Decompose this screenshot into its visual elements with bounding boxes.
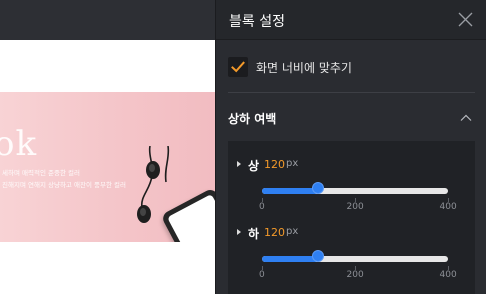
banner-block[interactable]: ok 세하며 매력적인 준중한 컬러 진해지며 연해지 상냥하고 애잔이 풍부한… bbox=[0, 92, 215, 242]
slider-track[interactable] bbox=[262, 188, 448, 194]
section-title: 상하 여백 bbox=[228, 112, 277, 126]
slider-tick-label: 0 bbox=[259, 202, 265, 212]
slider-label: 상 bbox=[248, 159, 260, 173]
banner-caption: 세하며 매력적인 준중한 컬러 bbox=[2, 169, 80, 177]
slider-tick-label: 200 bbox=[346, 270, 364, 280]
fit-to-screen-label: 화면 너비에 맞추기 bbox=[256, 61, 352, 75]
slider-value: 120 bbox=[264, 158, 285, 171]
fit-to-screen-option[interactable]: 화면 너비에 맞추기 bbox=[228, 56, 468, 78]
divider bbox=[228, 92, 475, 93]
slider-thumb[interactable] bbox=[311, 250, 324, 262]
banner-heading: ok bbox=[0, 124, 38, 164]
bullet-icon bbox=[237, 161, 241, 167]
vertical-margin-section-body: 상 120 px 0 200 400 하 120 px 0 200 400 bbox=[228, 141, 475, 294]
banner-caption: 진해지며 연해지 상냥하고 애잔이 풍부한 컬러 bbox=[2, 181, 126, 189]
slider-unit: px bbox=[286, 158, 299, 169]
slider-unit: px bbox=[286, 226, 299, 237]
slider-label: 하 bbox=[248, 227, 260, 241]
top-margin-control: 상 120 px 0 200 400 bbox=[228, 155, 475, 225]
slider-value: 120 bbox=[264, 226, 285, 239]
canvas-toolbar bbox=[0, 0, 215, 40]
vertical-margin-section-header[interactable]: 상하 여백 bbox=[216, 100, 486, 136]
fit-to-screen-checkbox[interactable] bbox=[228, 57, 248, 77]
panel-header: 블록 설정 bbox=[216, 0, 486, 40]
close-icon[interactable] bbox=[457, 11, 474, 28]
slider-fill bbox=[262, 188, 318, 194]
bottom-margin-control: 하 120 px 0 200 400 bbox=[228, 223, 475, 293]
editor-canvas: ok 세하며 매력적인 준중한 컬러 진해지며 연해지 상냥하고 애잔이 풍부한… bbox=[0, 0, 215, 294]
slider-thumb[interactable] bbox=[311, 182, 324, 194]
chevron-up-icon[interactable] bbox=[460, 113, 472, 123]
slider-track[interactable] bbox=[262, 256, 448, 262]
bullet-icon bbox=[237, 229, 241, 235]
checkmark-icon bbox=[231, 61, 245, 73]
slider-fill bbox=[262, 256, 318, 262]
slider-tick-label: 200 bbox=[346, 202, 364, 212]
slider-tick-label: 0 bbox=[259, 270, 265, 280]
panel-title: 블록 설정 bbox=[229, 14, 285, 30]
slider-tick-label: 400 bbox=[439, 202, 457, 212]
slider-tick-label: 400 bbox=[439, 270, 457, 280]
block-settings-panel: 블록 설정 화면 너비에 맞추기 상하 여백 상 120 px 0 200 40… bbox=[215, 0, 486, 294]
